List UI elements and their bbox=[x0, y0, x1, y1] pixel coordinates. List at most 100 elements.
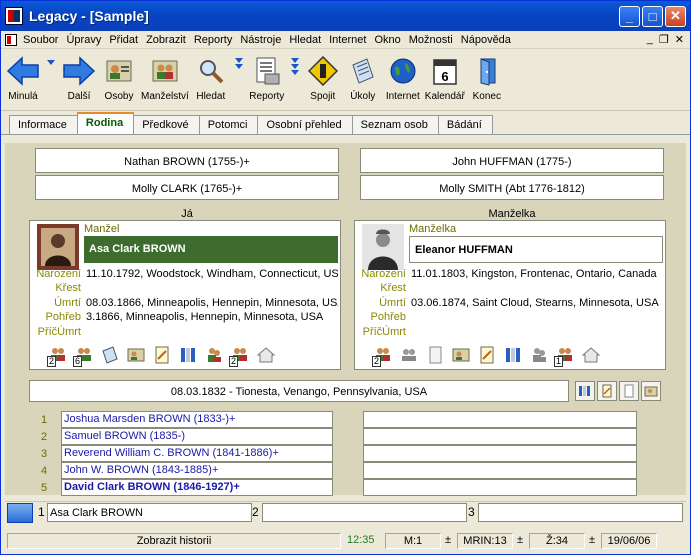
history-slot-2[interactable] bbox=[262, 503, 467, 522]
spouses-icon[interactable]: 2 bbox=[229, 345, 250, 367]
menu-okno[interactable]: Okno bbox=[372, 34, 406, 46]
internet-button[interactable]: Internet bbox=[385, 53, 421, 102]
legacy-app-icon[interactable] bbox=[5, 7, 23, 25]
child-spouse-box[interactable] bbox=[363, 479, 637, 496]
back-button[interactable]: Minulá bbox=[5, 53, 41, 102]
menu-zobrazit[interactable]: Zobrazit bbox=[144, 34, 192, 46]
tab-badani[interactable]: Bádání bbox=[437, 115, 493, 134]
child-name[interactable]: Joshua Marsden BROWN (1833-)+ bbox=[61, 411, 333, 428]
wife-sources-icon[interactable] bbox=[477, 345, 497, 365]
marriage-box[interactable]: 08.03.1832 - Tionesta, Venango, Pennsylv… bbox=[29, 380, 569, 402]
husband-photo[interactable] bbox=[37, 224, 79, 270]
maximize-button[interactable]: □ bbox=[642, 5, 663, 27]
menu-napoveda[interactable]: Nápověda bbox=[459, 34, 517, 46]
status-m-stepper[interactable]: ± bbox=[445, 534, 451, 546]
tasks-button[interactable]: Úkoly bbox=[345, 53, 381, 102]
wife-pictures-icon[interactable] bbox=[451, 345, 471, 365]
parents-icon[interactable]: 2 bbox=[47, 345, 68, 367]
document-icon[interactable] bbox=[5, 33, 17, 46]
menu-soubor[interactable]: Soubor bbox=[21, 34, 64, 46]
tab-seznam-osob[interactable]: Seznam osob bbox=[351, 115, 439, 134]
husband-name[interactable]: Asa Clark BROWN bbox=[84, 236, 338, 263]
tab-osobni-prehled[interactable]: Osobní přehled bbox=[257, 115, 353, 134]
menu-moznosti[interactable]: Možnosti bbox=[407, 34, 459, 46]
wife-burial-label: Pohřeb bbox=[370, 311, 406, 324]
history-slot-3[interactable] bbox=[478, 503, 683, 522]
husband-father-box[interactable]: Nathan BROWN (1755-)+ bbox=[35, 148, 339, 173]
history-book-icon[interactable] bbox=[7, 502, 33, 523]
title-bar[interactable]: Legacy - [Sample] _ □ ✕ bbox=[1, 1, 690, 31]
husband-mother-box[interactable]: Molly CLARK (1765-)+ bbox=[35, 175, 339, 200]
menu-internet[interactable]: Internet bbox=[327, 34, 372, 46]
pictures-icon[interactable] bbox=[126, 345, 146, 365]
history-slot-1[interactable]: Asa Clark BROWN bbox=[47, 503, 252, 522]
link-button[interactable]: Spojit bbox=[305, 53, 341, 102]
sources-icon[interactable] bbox=[152, 345, 172, 365]
wife-father-box[interactable]: John HUFFMAN (1775-) bbox=[360, 148, 664, 173]
wife-children-icon[interactable] bbox=[399, 345, 419, 365]
mdi-controls: _ ❐ ✕ bbox=[647, 33, 690, 46]
show-history-button[interactable]: Zobrazit historii bbox=[7, 533, 341, 549]
status-mrin-stepper[interactable]: ± bbox=[517, 534, 523, 546]
wife-parents-icon[interactable]: 2 bbox=[372, 345, 393, 367]
menu-nastroje[interactable]: Nástroje bbox=[238, 34, 287, 46]
exit-button[interactable]: Konec bbox=[469, 53, 505, 102]
marriage-notes-icon[interactable] bbox=[619, 381, 639, 401]
child-name[interactable]: Reverend William C. BROWN (1841-1886)+ bbox=[61, 445, 333, 462]
child-spouse-box[interactable] bbox=[363, 445, 637, 462]
wife-event-values[interactable]: 11.01.1803, Kingston, Frontenac, Ontario… bbox=[411, 267, 663, 339]
search-dropdown[interactable] bbox=[233, 53, 245, 89]
wife-books-icon[interactable] bbox=[503, 345, 523, 365]
menu-hledat[interactable]: Hledat bbox=[287, 34, 327, 46]
children-icon[interactable]: 6 bbox=[73, 345, 94, 367]
tab-potomci[interactable]: Potomci bbox=[198, 115, 259, 134]
husband-event-values[interactable]: 11.10.1792, Woodstock, Windham, Connecti… bbox=[86, 267, 338, 339]
wife-home-icon[interactable] bbox=[581, 345, 601, 365]
marriage-pictures-icon[interactable] bbox=[641, 381, 661, 401]
tab-rodina[interactable]: Rodina bbox=[76, 112, 135, 134]
next-button[interactable]: Další bbox=[61, 53, 97, 102]
child-name[interactable]: David Clark BROWN (1846-1927)+ bbox=[61, 479, 333, 496]
child-row[interactable]: 5 bbox=[31, 479, 57, 496]
mdi-close-button[interactable]: ✕ bbox=[675, 33, 684, 46]
child-name[interactable]: John W. BROWN (1843-1885)+ bbox=[61, 462, 333, 479]
child-row[interactable]: 2 bbox=[31, 428, 57, 445]
mdi-minimize-button[interactable]: _ bbox=[647, 33, 653, 46]
mdi-restore-button[interactable]: ❐ bbox=[659, 33, 669, 46]
wife-mother-box[interactable]: Molly SMITH (Abt 1776-1812) bbox=[360, 175, 664, 200]
reports-dropdown[interactable] bbox=[289, 53, 301, 89]
menu-reporty[interactable]: Reporty bbox=[192, 34, 239, 46]
wife-relatives-icon[interactable] bbox=[529, 345, 549, 365]
minimize-button[interactable]: _ bbox=[619, 5, 640, 27]
marriage-books-icon[interactable] bbox=[575, 381, 595, 401]
child-spouse-box[interactable] bbox=[363, 428, 637, 445]
tab-informace[interactable]: Informace bbox=[9, 115, 78, 134]
child-name[interactable]: Samuel BROWN (1835-) bbox=[61, 428, 333, 445]
child-row[interactable]: 1 bbox=[31, 411, 57, 428]
calendar-button[interactable]: 6 Kalendář bbox=[425, 53, 465, 102]
child-row[interactable]: 4 bbox=[31, 462, 57, 479]
wife-notes-icon[interactable] bbox=[425, 345, 445, 365]
status-z-stepper[interactable]: ± bbox=[589, 534, 595, 546]
child-spouse-box[interactable] bbox=[363, 462, 637, 479]
child-spouse-box[interactable] bbox=[363, 411, 637, 428]
menu-upravy[interactable]: Úpravy bbox=[64, 34, 107, 46]
notes-icon[interactable] bbox=[100, 345, 120, 365]
wife-spouses-icon[interactable]: 1 bbox=[554, 345, 575, 367]
search-button[interactable]: Hledat bbox=[193, 53, 229, 102]
back-dropdown[interactable] bbox=[45, 53, 57, 89]
tab-predkove[interactable]: Předkové bbox=[133, 115, 200, 134]
people-button[interactable]: Osoby bbox=[101, 53, 137, 102]
close-button[interactable]: ✕ bbox=[665, 5, 686, 27]
relatives-icon[interactable] bbox=[204, 345, 224, 365]
child-number: 3 bbox=[40, 447, 48, 460]
wife-name[interactable]: Eleanor HUFFMAN bbox=[409, 236, 663, 263]
home-icon[interactable] bbox=[256, 345, 276, 365]
marriage-sources-icon[interactable] bbox=[597, 381, 617, 401]
marriages-button[interactable]: Manželství bbox=[141, 53, 189, 102]
reports-button[interactable]: Reporty bbox=[249, 53, 285, 102]
books-icon[interactable] bbox=[178, 345, 198, 365]
wife-photo[interactable] bbox=[362, 224, 404, 270]
child-row[interactable]: 3 bbox=[31, 445, 57, 462]
menu-pridat[interactable]: Přidat bbox=[107, 34, 144, 46]
